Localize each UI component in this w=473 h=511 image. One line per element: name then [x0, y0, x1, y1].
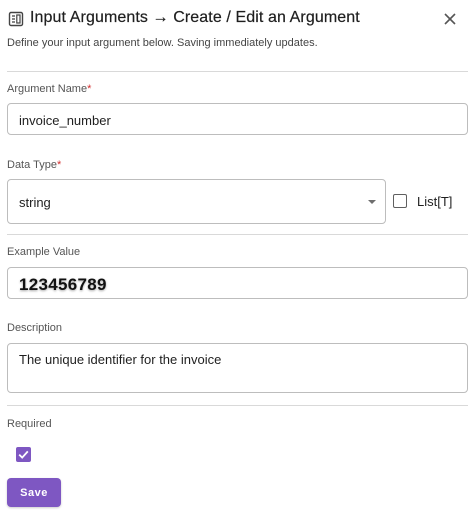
description-value: The unique identifier for the invoice: [19, 352, 222, 367]
list-checkbox[interactable]: [393, 194, 407, 208]
close-icon[interactable]: [441, 10, 459, 28]
description-label: Description: [7, 322, 63, 334]
dialog-title: Input Arguments → Create / Edit an Argum…: [30, 9, 360, 26]
list-checkbox-label: List[T]: [417, 194, 453, 209]
divider: [7, 71, 468, 72]
example-value-label: Example Value: [7, 246, 81, 258]
data-type-select[interactable]: string: [7, 179, 386, 224]
example-value-text: 123456789: [19, 275, 107, 294]
data-type-value: string: [19, 195, 51, 210]
argument-name-label: Argument Name*: [7, 83, 92, 95]
document-table-icon: [8, 11, 24, 27]
required-mark: *: [87, 83, 92, 95]
argument-name-value: invoice_number: [19, 113, 111, 128]
chevron-down-icon: [368, 200, 376, 204]
required-label: Required: [7, 418, 52, 430]
dialog-header: Input Arguments → Create / Edit an Argum…: [8, 8, 465, 32]
dialog-subtitle: Define your input argument below. Saving…: [7, 37, 318, 49]
argument-name-field[interactable]: invoice_number: [7, 103, 468, 135]
required-mark: *: [56, 159, 62, 171]
checkmark-icon: [18, 450, 29, 459]
divider: [7, 234, 468, 235]
data-type-label: Data Type*: [7, 159, 62, 171]
example-value-field[interactable]: 123456789: [7, 267, 468, 299]
save-button[interactable]: Save: [7, 478, 61, 507]
description-textarea[interactable]: The unique identifier for the invoice: [7, 343, 468, 393]
required-checkbox[interactable]: [16, 447, 31, 462]
divider: [7, 405, 468, 406]
